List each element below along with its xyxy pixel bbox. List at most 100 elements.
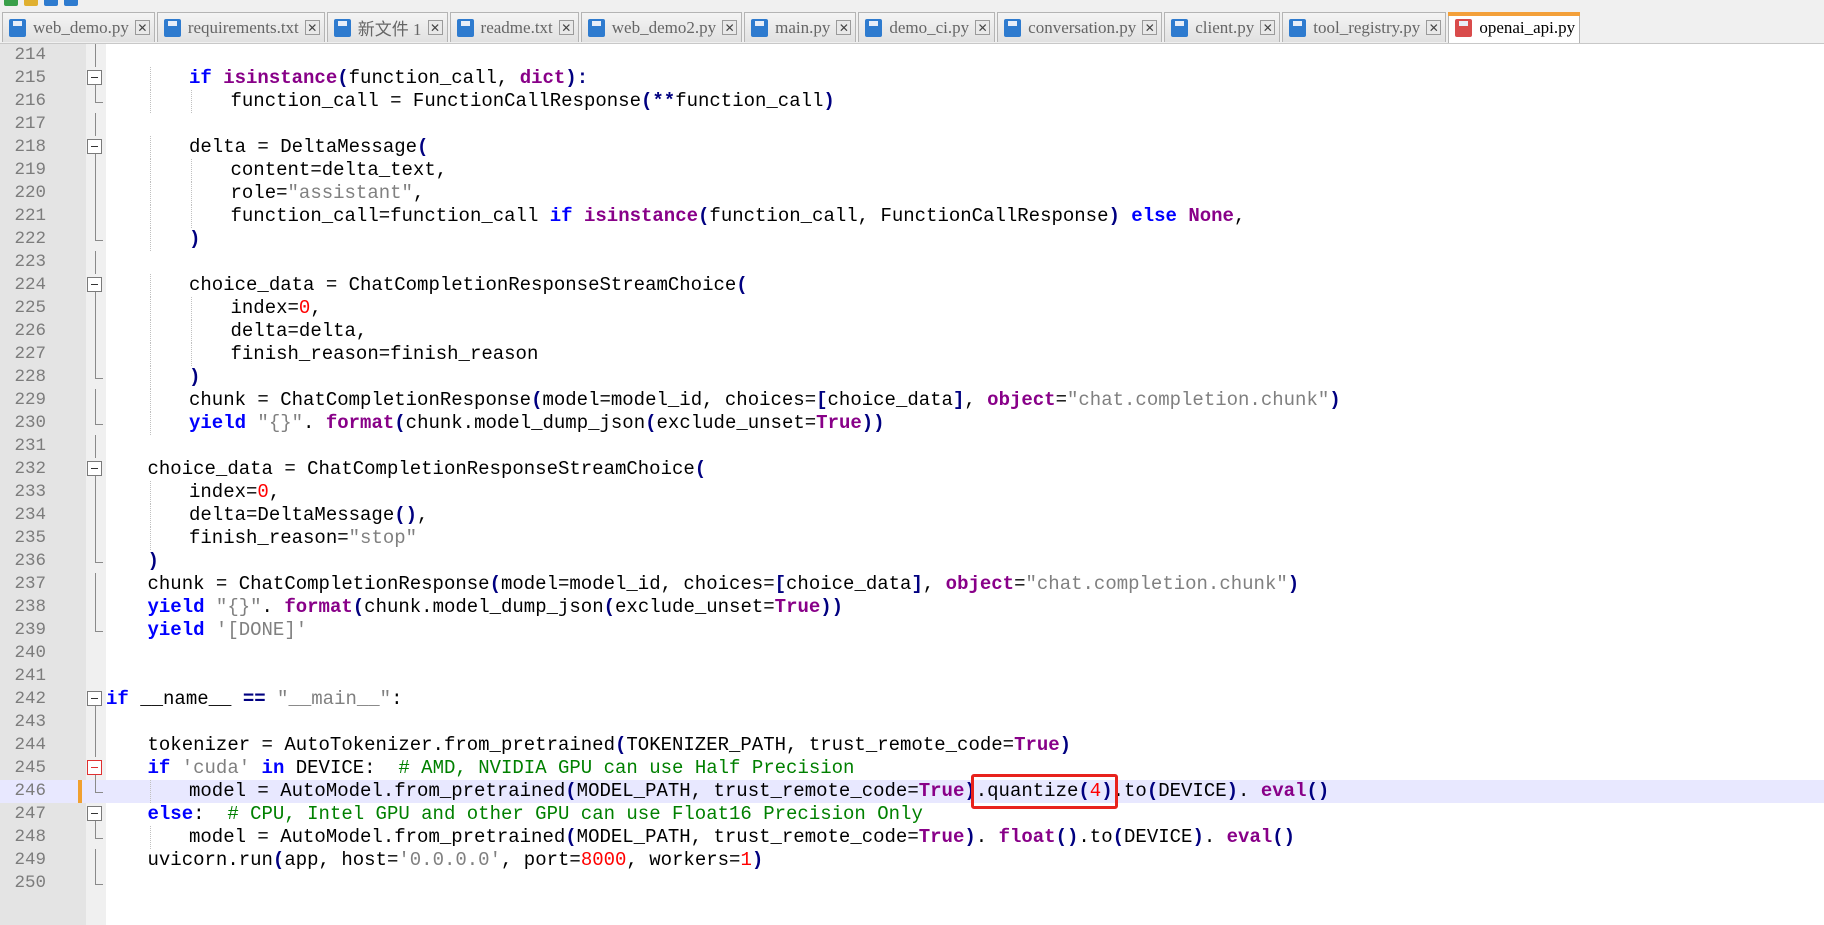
fold-toggle-icon[interactable] [87, 461, 102, 476]
code-line[interactable]: 220 role="assistant", [0, 182, 1824, 205]
code-line[interactable]: 237 chunk = ChatCompletionResponse(model=… [0, 573, 1824, 596]
code-line[interactable]: 224 choice_data = ChatCompletionResponseS… [0, 274, 1824, 297]
tab-6[interactable]: demo_ci.py ✕ [858, 12, 996, 42]
code-line[interactable]: 225 index=0, [0, 297, 1824, 320]
tab-close-icon[interactable]: ✕ [304, 20, 320, 35]
code-text[interactable]: model = AutoModel.from_pretrained(MODEL_… [189, 780, 1329, 803]
code-text[interactable]: ) [189, 366, 200, 389]
code-line[interactable]: 245 if 'cuda' in DEVICE: # AMD, NVIDIA GP… [0, 757, 1824, 780]
tab-close-icon[interactable]: ✕ [722, 20, 738, 35]
code-text[interactable]: finish_reason=finish_reason [231, 343, 539, 366]
code-text[interactable]: finish_reason="stop" [189, 527, 417, 550]
code-line[interactable]: 219 content=delta_text, [0, 159, 1824, 182]
tab-close-icon[interactable]: ✕ [1260, 20, 1276, 35]
fold-toggle-icon[interactable] [87, 277, 102, 292]
code-text[interactable]: content=delta_text, [231, 159, 448, 182]
code-text[interactable]: if __name__ == "__main__": [106, 688, 402, 711]
tab-10[interactable]: openai_api.py [1448, 12, 1581, 43]
code-line[interactable]: 232 choice_data = ChatCompletionResponseS… [0, 458, 1824, 481]
code-text[interactable]: else: # CPU, Intel GPU and other GPU can… [148, 803, 923, 826]
toolbar-open-icon[interactable] [24, 0, 38, 6]
fold-toggle-icon[interactable] [87, 70, 102, 85]
code-line[interactable]: 246 model = AutoModel.from_pretrained(MOD… [0, 780, 1824, 803]
code-line[interactable]: 244 tokenizer = AutoTokenizer.from_pretra… [0, 734, 1824, 757]
code-text[interactable]: if isinstance(function_call, dict): [189, 67, 588, 90]
tab-2[interactable]: 新文件 1 ✕ [326, 12, 448, 42]
code-line[interactable]: 233 index=0, [0, 481, 1824, 504]
fold-toggle-icon[interactable] [87, 760, 102, 775]
code-line[interactable]: 235 finish_reason="stop" [0, 527, 1824, 550]
code-line[interactable]: 227 finish_reason=finish_reason [0, 343, 1824, 366]
tab-9[interactable]: tool_registry.py ✕ [1282, 12, 1447, 42]
code-line[interactable]: 236) [0, 550, 1824, 573]
code-text[interactable]: index=0, [231, 297, 322, 320]
tab-7[interactable]: conversation.py ✕ [997, 12, 1163, 42]
code-text[interactable]: choice_data = ChatCompletionResponseStre… [189, 274, 748, 297]
code-line[interactable]: 250 [0, 872, 1824, 895]
toolbar-save-icon[interactable] [44, 0, 58, 6]
code-text[interactable]: index=0, [189, 481, 280, 504]
tab-close-icon[interactable]: ✕ [1142, 20, 1158, 35]
code-text[interactable]: role="assistant", [231, 182, 425, 205]
tab-close-icon[interactable]: ✕ [558, 20, 574, 35]
tab-close-icon[interactable]: ✕ [836, 20, 852, 35]
code-text[interactable]: chunk = ChatCompletionResponse(model=mod… [189, 389, 1341, 412]
tab-0[interactable]: web_demo.py ✕ [2, 12, 155, 42]
code-text[interactable]: yield '[DONE]' [148, 619, 308, 642]
code-text[interactable]: delta = DeltaMessage( [189, 136, 428, 159]
code-text[interactable]: tokenizer = AutoTokenizer.from_pretraine… [148, 734, 1072, 757]
fold-toggle-icon[interactable] [87, 691, 102, 706]
code-line[interactable]: 240 [0, 642, 1824, 665]
code-text[interactable]: model = AutoModel.from_pretrained(MODEL_… [189, 826, 1295, 849]
tab-4[interactable]: web_demo2.py ✕ [580, 12, 743, 42]
code-text[interactable]: delta=DeltaMessage(), [189, 504, 428, 527]
code-text[interactable]: uvicorn.run(app, host='0.0.0.0', port=80… [148, 849, 764, 872]
code-line[interactable]: 239 yield '[DONE]' [0, 619, 1824, 642]
tab-close-icon[interactable]: ✕ [134, 20, 150, 35]
code-line[interactable]: 226 delta=delta, [0, 320, 1824, 343]
toolbar-new-icon[interactable] [4, 0, 18, 6]
code-line[interactable]: 243 [0, 711, 1824, 734]
code-line[interactable]: 231 [0, 435, 1824, 458]
code-text[interactable]: function_call = FunctionCallResponse(**f… [231, 90, 835, 113]
code-line[interactable]: 247 else: # CPU, Intel GPU and other GPU … [0, 803, 1824, 826]
code-line[interactable]: 234 delta=DeltaMessage(), [0, 504, 1824, 527]
code-line[interactable]: 216 function_call = FunctionCallResponse(… [0, 90, 1824, 113]
tab-close-icon[interactable]: ✕ [427, 20, 443, 35]
code-line[interactable]: 249 uvicorn.run(app, host='0.0.0.0', port… [0, 849, 1824, 872]
code-line[interactable]: 242 if __name__ == "__main__": [0, 688, 1824, 711]
code-line[interactable]: 228) [0, 366, 1824, 389]
code-text[interactable]: choice_data = ChatCompletionResponseStre… [148, 458, 707, 481]
code-text[interactable]: ) [148, 550, 159, 573]
code-line[interactable]: 223 [0, 251, 1824, 274]
tab-1[interactable]: requirements.txt ✕ [156, 12, 325, 42]
code-line[interactable]: 248 model = AutoModel.from_pretrained(MOD… [0, 826, 1824, 849]
code-line[interactable]: 241 [0, 665, 1824, 688]
fold-toggle-icon[interactable] [87, 806, 102, 821]
code-editor[interactable]: 214 215 if isinstance(function_call, dict)… [0, 44, 1824, 925]
toolbar-save-all-icon[interactable] [64, 0, 78, 6]
code-line[interactable]: 221 function_call=function_call if isinst… [0, 205, 1824, 228]
tab-close-icon[interactable]: ✕ [975, 20, 991, 35]
code-text[interactable]: ) [189, 228, 200, 251]
tab-close-icon[interactable]: ✕ [1426, 20, 1442, 35]
code-line[interactable]: 222) [0, 228, 1824, 251]
code-text[interactable]: chunk = ChatCompletionResponse(model=mod… [148, 573, 1300, 596]
code-line[interactable]: 218 delta = DeltaMessage( [0, 136, 1824, 159]
tab-8[interactable]: client.py ✕ [1164, 12, 1281, 42]
code-line[interactable]: 238 yield "{}". format(chunk.model_dump_j… [0, 596, 1824, 619]
tab-3[interactable]: readme.txt ✕ [449, 12, 579, 42]
tab-5[interactable]: main.py ✕ [744, 12, 857, 42]
code-text[interactable]: delta=delta, [231, 320, 368, 343]
line-number: 242 [14, 689, 46, 709]
code-line[interactable]: 217 [0, 113, 1824, 136]
code-line[interactable]: 215 if isinstance(function_call, dict): [0, 67, 1824, 90]
code-line[interactable]: 229 chunk = ChatCompletionResponse(model=… [0, 389, 1824, 412]
code-text[interactable]: yield "{}". format(chunk.model_dump_json… [189, 412, 885, 435]
code-line[interactable]: 230 yield "{}". format(chunk.model_dump_j… [0, 412, 1824, 435]
fold-toggle-icon[interactable] [87, 139, 102, 154]
code-text[interactable]: yield "{}". format(chunk.model_dump_json… [148, 596, 844, 619]
code-line[interactable]: 214 [0, 44, 1824, 67]
code-text[interactable]: if 'cuda' in DEVICE: # AMD, NVIDIA GPU c… [148, 757, 855, 780]
code-text[interactable]: function_call=function_call if isinstanc… [231, 205, 1246, 228]
